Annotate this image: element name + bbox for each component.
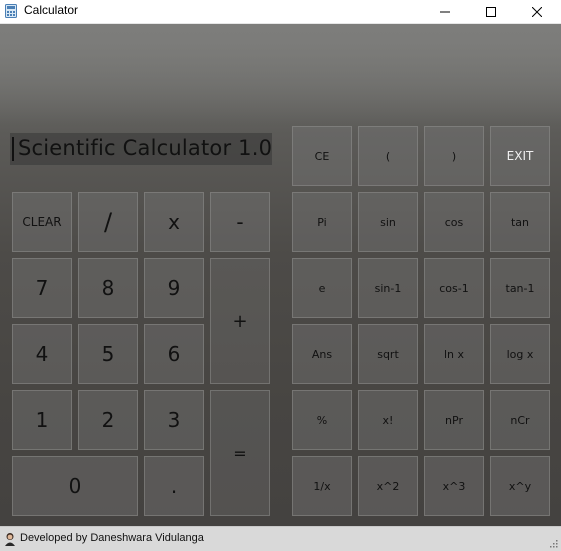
asin-button[interactable]: sin-1 [358, 258, 418, 318]
resize-grip-icon[interactable] [548, 538, 558, 548]
sin-button[interactable]: sin [358, 192, 418, 252]
digit-1-button[interactable]: 1 [12, 390, 72, 450]
digit-8-button[interactable]: 8 [78, 258, 138, 318]
plus-button[interactable]: + [210, 258, 270, 384]
title-bar: Calculator [0, 0, 561, 24]
maximize-button[interactable] [468, 0, 514, 23]
digit-3-button[interactable]: 3 [144, 390, 204, 450]
close-button[interactable] [514, 0, 560, 23]
digit-0-button[interactable]: 0 [12, 456, 138, 516]
sqrt-button[interactable]: sqrt [358, 324, 418, 384]
e-button[interactable]: e [292, 258, 352, 318]
cos-button[interactable]: cos [424, 192, 484, 252]
percent-button[interactable]: % [292, 390, 352, 450]
ce-button[interactable]: CE [292, 126, 352, 186]
square-button[interactable]: x^2 [358, 456, 418, 516]
maximize-icon [486, 6, 496, 17]
open-paren-button[interactable]: ( [358, 126, 418, 186]
calculator-panel: Scientific Calculator 1.0 CLEAR / x - 7 … [0, 24, 561, 526]
acos-button[interactable]: cos-1 [424, 258, 484, 318]
minus-button[interactable]: - [210, 192, 270, 252]
text-caret [12, 137, 14, 161]
minimize-icon [440, 11, 450, 12]
calculator-icon [5, 4, 17, 18]
minimize-button[interactable] [422, 0, 468, 23]
tan-button[interactable]: tan [490, 192, 550, 252]
pi-button[interactable]: Pi [292, 192, 352, 252]
log-button[interactable]: log x [490, 324, 550, 384]
clear-button[interactable]: CLEAR [12, 192, 72, 252]
digit-9-button[interactable]: 9 [144, 258, 204, 318]
digit-4-button[interactable]: 4 [12, 324, 72, 384]
npr-button[interactable]: nPr [424, 390, 484, 450]
developer-credit: Developed by Daneshwara Vidulanga [20, 532, 204, 544]
digit-7-button[interactable]: 7 [12, 258, 72, 318]
atan-button[interactable]: tan-1 [490, 258, 550, 318]
divide-button[interactable]: / [78, 192, 138, 252]
close-icon [532, 6, 542, 17]
avatar-icon [5, 533, 15, 546]
decimal-point-button[interactable]: . [144, 456, 204, 516]
digit-5-button[interactable]: 5 [78, 324, 138, 384]
calculator-display[interactable]: Scientific Calculator 1.0 [10, 133, 272, 165]
ncr-button[interactable]: nCr [490, 390, 550, 450]
reciprocal-button[interactable]: 1/x [292, 456, 352, 516]
exit-button[interactable]: EXIT [490, 126, 550, 186]
digit-2-button[interactable]: 2 [78, 390, 138, 450]
ln-button[interactable]: ln x [424, 324, 484, 384]
status-bar: Developed by Daneshwara Vidulanga [0, 526, 561, 551]
window-title: Calculator [24, 3, 79, 17]
power-button[interactable]: x^y [490, 456, 550, 516]
multiply-button[interactable]: x [144, 192, 204, 252]
factorial-button[interactable]: x! [358, 390, 418, 450]
close-paren-button[interactable]: ) [424, 126, 484, 186]
display-text: Scientific Calculator 1.0 [18, 136, 273, 160]
digit-6-button[interactable]: 6 [144, 324, 204, 384]
background-image [0, 24, 561, 124]
equals-button[interactable]: = [210, 390, 270, 516]
ans-button[interactable]: Ans [292, 324, 352, 384]
cube-button[interactable]: x^3 [424, 456, 484, 516]
